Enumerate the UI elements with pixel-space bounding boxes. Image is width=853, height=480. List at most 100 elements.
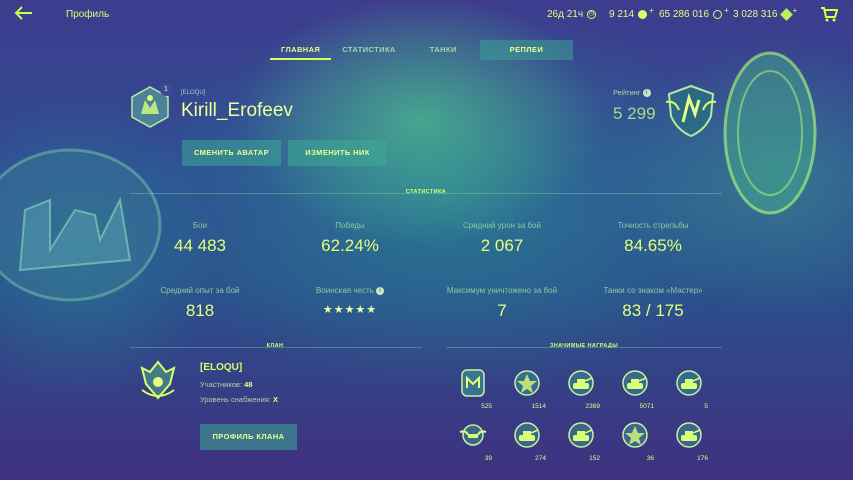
free-xp-value: 3 028 316 bbox=[733, 9, 778, 20]
award-tank-medal[interactable]: 2369 bbox=[560, 366, 602, 410]
player-nickname: Kirill_Erofeev bbox=[181, 100, 293, 121]
tab-tanks[interactable]: ТАНКИ bbox=[419, 40, 468, 60]
change-avatar-button[interactable]: СМЕНИТЬ АВАТАР bbox=[182, 140, 281, 166]
medal-icon bbox=[514, 370, 540, 396]
add-gold-icon[interactable]: + bbox=[649, 6, 654, 15]
stat-wins: Победы 62.24% bbox=[290, 221, 410, 256]
stat-mastery-tanks: Танки со знаком «Мастер» 83 / 175 bbox=[593, 286, 713, 321]
award-count: 39 bbox=[484, 455, 492, 462]
award-tank-medal[interactable]: 176 bbox=[668, 418, 710, 462]
change-nick-button[interactable]: ИЗМЕНИТЬ НИК bbox=[288, 140, 387, 166]
stat-label: Бои bbox=[192, 221, 208, 230]
shop-cart-icon[interactable] bbox=[820, 6, 839, 22]
master-badge-icon bbox=[461, 369, 485, 397]
award-count: 5 bbox=[704, 403, 708, 410]
award-tank-medal[interactable]: 5071 bbox=[614, 366, 656, 410]
add-credits-icon[interactable]: + bbox=[724, 6, 729, 15]
award-star-medal[interactable]: 36 bbox=[614, 418, 656, 462]
stat-label: Средний урон за бой bbox=[462, 221, 542, 230]
clan-members-row: Участников: 48 bbox=[200, 380, 252, 389]
rating-label: Рейтинг i bbox=[613, 88, 651, 98]
stat-value: 62.24% bbox=[321, 236, 379, 255]
stat-value: 818 bbox=[185, 301, 215, 320]
rating-value: 5 299 bbox=[613, 104, 656, 123]
gold-value: 9 214 bbox=[609, 9, 635, 20]
rating-shield-icon bbox=[665, 84, 717, 138]
free-xp-counter[interactable]: 3 028 316 + bbox=[733, 6, 798, 21]
clan-supply-value: X bbox=[273, 395, 279, 404]
tank-medal-icon bbox=[514, 422, 540, 448]
tab-replays[interactable]: РЕПЛЕИ bbox=[479, 40, 574, 60]
clan-name: [ELOQU] bbox=[200, 362, 243, 373]
premium-time-icon: ◷ bbox=[587, 10, 597, 19]
award-count: 5071 bbox=[639, 403, 654, 410]
rating-label-text: Рейтинг bbox=[613, 88, 641, 97]
award-count: 2369 bbox=[585, 403, 600, 410]
stat-battles: Бои 44 483 bbox=[140, 221, 260, 256]
winged-medal-icon bbox=[459, 424, 487, 446]
stat-avg-damage: Средний урон за бой 2 067 bbox=[442, 221, 562, 256]
avatar-badge-count: 1 bbox=[160, 84, 172, 96]
tank-medal-icon bbox=[568, 370, 594, 396]
tank-medal-icon bbox=[676, 370, 702, 396]
stat-avg-xp: Средний опыт за бой 818 bbox=[140, 286, 260, 321]
award-winged-medal[interactable]: 39 bbox=[452, 418, 494, 462]
stat-value: 84.65% bbox=[624, 236, 682, 255]
award-tank-medal[interactable]: 274 bbox=[506, 418, 548, 462]
credits-value: 65 286 016 bbox=[659, 9, 710, 20]
premium-time-value: 26д 21ч bbox=[547, 9, 584, 20]
clan-supply-label: Уровень снабжения: bbox=[200, 395, 271, 404]
clan-emblem-icon bbox=[140, 360, 176, 400]
tank-medal-icon bbox=[568, 422, 594, 448]
clan-members-label: Участников: bbox=[200, 380, 242, 389]
stat-label: Максимум уничтожено за бой bbox=[446, 286, 558, 295]
clan-profile-button[interactable]: ПРОФИЛЬ КЛАНА bbox=[200, 424, 297, 450]
tab-main[interactable]: ГЛАВНАЯ bbox=[270, 40, 332, 60]
stat-label-text: Воинская честь bbox=[315, 286, 374, 295]
info-icon[interactable]: i bbox=[376, 286, 385, 295]
tank-medal-icon bbox=[676, 422, 702, 448]
profile-tabs: ГЛАВНАЯ СТАТИСТИКА ТАНКИ РЕПЛЕИ bbox=[270, 40, 574, 60]
award-count: 525 bbox=[481, 403, 492, 410]
stat-value: 44 483 bbox=[174, 236, 226, 255]
stat-label: Воинская честь i bbox=[290, 286, 410, 295]
gold-icon bbox=[638, 10, 648, 19]
award-tank-medal[interactable]: 152 bbox=[560, 418, 602, 462]
award-master-badge[interactable]: 525 bbox=[452, 366, 494, 410]
awards-section-title: ЗНАЧИМЫЕ НАГРАДЫ bbox=[549, 343, 619, 349]
star-medal-icon bbox=[622, 422, 648, 448]
honor-stars: ★★★★★ bbox=[322, 304, 378, 316]
premium-time-counter[interactable]: 26д 21ч ◷ bbox=[547, 9, 597, 20]
stat-label: Танки со знаком «Мастер» bbox=[603, 286, 703, 295]
stat-honor: Воинская честь i ★★★★★ bbox=[290, 286, 410, 316]
stat-max-kills: Максимум уничтожено за бой 7 bbox=[442, 286, 562, 321]
statistics-section-title: СТАТИСТИКА bbox=[405, 189, 447, 195]
award-count: 274 bbox=[535, 455, 546, 462]
free-xp-icon bbox=[779, 8, 793, 21]
credits-counter[interactable]: 65 286 016 + bbox=[659, 6, 729, 20]
player-clan-tag: [ELOQU] bbox=[181, 90, 206, 96]
stat-value: 2 067 bbox=[480, 236, 524, 255]
award-count: 36 bbox=[646, 455, 654, 462]
award-tank-medal[interactable]: 5 bbox=[668, 366, 710, 410]
tab-statistics[interactable]: СТАТИСТИКА bbox=[331, 40, 407, 60]
award-count: 176 bbox=[697, 455, 708, 462]
stat-label: Победы bbox=[335, 221, 365, 230]
add-free-xp-icon[interactable]: + bbox=[793, 6, 798, 15]
award-count: 1514 bbox=[531, 403, 546, 410]
credits-icon bbox=[713, 10, 723, 19]
tank-medal-icon bbox=[622, 370, 648, 396]
award-count: 152 bbox=[589, 455, 600, 462]
gold-counter[interactable]: 9 214 + bbox=[609, 6, 654, 20]
stat-value: 7 bbox=[497, 301, 507, 320]
stat-value: 83 / 175 bbox=[622, 301, 684, 320]
page-title: Профиль bbox=[66, 9, 110, 20]
award-medal[interactable]: 1514 bbox=[506, 366, 548, 410]
back-arrow-icon[interactable] bbox=[14, 5, 36, 23]
info-icon[interactable]: i bbox=[642, 89, 651, 98]
clan-members-value: 48 bbox=[244, 380, 253, 389]
clan-section-title: КЛАН bbox=[266, 343, 284, 349]
clan-supply-row: Уровень снабжения: X bbox=[200, 395, 278, 404]
stat-label: Средний опыт за бой bbox=[160, 286, 240, 295]
stat-accuracy: Точность стрельбы 84.65% bbox=[593, 221, 713, 256]
